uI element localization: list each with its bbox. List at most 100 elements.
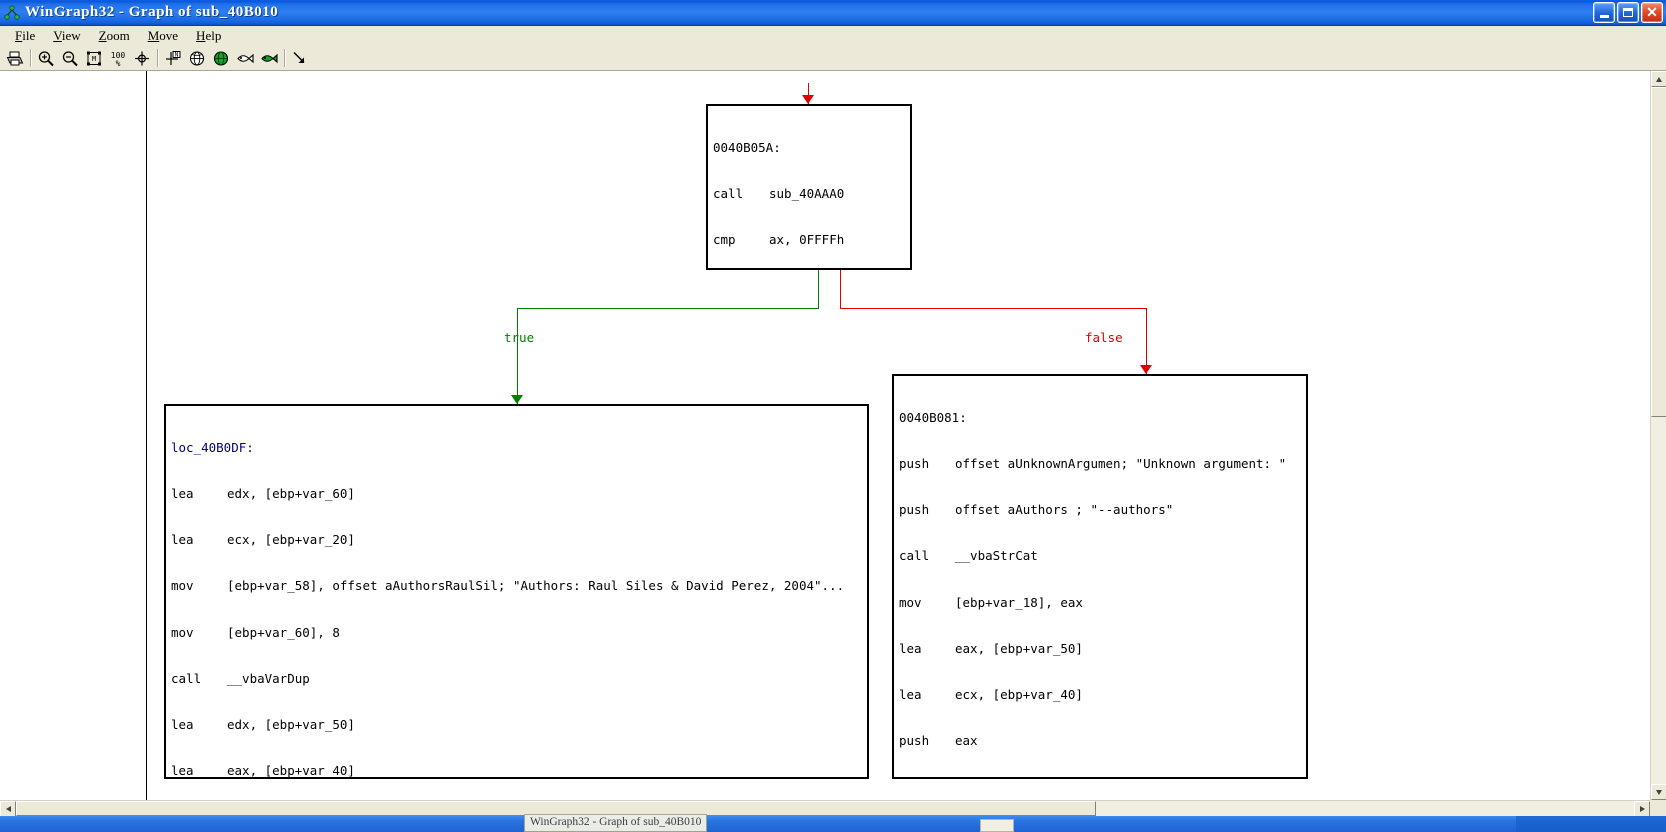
chevron-left-icon [5, 806, 11, 812]
wingraph32-window: WinGraph32 - Graph of sub_40B010 ✕ File … [0, 0, 1666, 832]
graph-left-boundary [146, 71, 147, 816]
toolbar-separator-1 [27, 47, 34, 69]
scroll-right-button[interactable] [1634, 801, 1650, 817]
fish-green-icon [260, 53, 278, 63]
fish-outline-icon [236, 53, 254, 63]
scroll-down-button[interactable] [1651, 784, 1666, 800]
code-line: lea ecx, [ebp+var_40] [899, 687, 1083, 703]
graph-node-0040B081[interactable]: 0040B081: push offset aUnknownArgumen; "U… [892, 374, 1308, 779]
menu-file[interactable]: File [6, 27, 44, 45]
code-line: call __vbaVarDup [171, 670, 310, 686]
fisheye-off-button[interactable] [233, 47, 256, 69]
fit-graph-button[interactable] [209, 47, 232, 69]
chevron-right-icon [1639, 806, 1645, 812]
node-label: 0040B05A: [713, 139, 781, 155]
taskbar-notification-area[interactable] [1516, 816, 1666, 832]
fit-to-window-button[interactable]: M [82, 47, 105, 69]
globe-green-icon [213, 50, 228, 66]
code-line: mov [ebp+var_18], eax [899, 594, 1083, 610]
graph-node-0040B05A[interactable]: 0040B05A: callsub_40AAA0 cmpax, 0FFFFh m… [706, 104, 912, 270]
edge-true-arrowhead [511, 395, 523, 404]
close-button[interactable]: ✕ [1641, 2, 1663, 23]
code-line: lea eax, [ebp+var_50] [899, 640, 1083, 656]
center-icon [134, 51, 149, 65]
taskbar[interactable] [0, 816, 1666, 832]
zoom-100-button[interactable]: 100 % [106, 47, 129, 69]
move-to-node-icon: N [165, 50, 180, 65]
edge-true-seg-h [517, 308, 819, 309]
scroll-left-button[interactable] [0, 801, 16, 817]
menu-file-label: ile [22, 28, 36, 43]
code-line: lea ecx, [ebp+var_20] [171, 532, 355, 548]
svg-text:%: % [115, 59, 120, 67]
vertical-scrollbar[interactable] [1650, 71, 1666, 816]
zoom-in-button[interactable] [34, 47, 57, 69]
toolbar: M 100 % N [0, 46, 1666, 71]
edge-false-arrowhead [1140, 365, 1152, 374]
overview-button[interactable] [185, 47, 208, 69]
graph-client-area[interactable]: 0040B05A: callsub_40AAA0 cmpax, 0FFFFh m… [0, 71, 1666, 832]
code-line: lea edx, [ebp+var_50] [171, 717, 355, 733]
svg-text:M: M [91, 55, 95, 63]
menu-help[interactable]: Help [187, 27, 230, 45]
code-line: mov [ebp+var_60], 8 [171, 624, 340, 640]
node-label: 0040B081: [899, 409, 967, 425]
menu-help-label: elp [205, 28, 222, 43]
center-button[interactable] [130, 47, 153, 69]
edge-false-seg-v1 [840, 270, 841, 308]
taskbar-window-button[interactable]: WinGraph32 - Graph of sub_40B010 [524, 814, 708, 832]
zoom-out-icon [62, 50, 78, 66]
node-label: loc_40B0DF: [171, 439, 254, 455]
move-to-node-button[interactable]: N [161, 47, 184, 69]
menu-view[interactable]: View [44, 27, 89, 45]
chevron-down-icon [1656, 789, 1662, 795]
minimize-button[interactable] [1593, 2, 1615, 23]
code-line: cmp ax, 0FFFFh [713, 232, 845, 248]
menu-zoom[interactable]: Zoom [90, 27, 139, 45]
menu-move-label: ove [159, 28, 179, 43]
chevron-up-icon [1656, 76, 1662, 82]
code-line: push eax [899, 733, 978, 749]
close-icon: ✕ [1646, 4, 1658, 20]
zoom-100-icon: 100 % [110, 51, 125, 67]
zoom-in-icon [38, 50, 54, 66]
menu-bar: File View Zoom Move Help [0, 26, 1666, 46]
print-button[interactable] [3, 47, 26, 69]
graph-canvas[interactable]: 0040B05A: callsub_40AAA0 cmpax, 0FFFFh m… [0, 71, 1650, 816]
taskbar-tray-item[interactable] [980, 819, 1014, 832]
select-button[interactable] [288, 47, 311, 69]
minimize-icon [1599, 14, 1609, 18]
window-title: WinGraph32 - Graph of sub_40B010 [25, 4, 279, 20]
edge-entry-arrowhead [802, 95, 814, 104]
menu-move[interactable]: Move [139, 27, 187, 45]
print-icon [6, 51, 23, 65]
menu-zoom-label: oom [106, 28, 130, 43]
edge-label-false: false [1085, 330, 1123, 345]
fit-to-window-icon: M [86, 51, 101, 65]
code-line: lea eax, [ebp+var_40] [171, 763, 355, 779]
toolbar-separator-2 [154, 47, 161, 69]
globe-icon [189, 50, 204, 66]
fisheye-on-button[interactable] [257, 47, 280, 69]
code-line: lea edx, [ebp+var_60] [171, 486, 355, 502]
title-bar[interactable]: WinGraph32 - Graph of sub_40B010 ✕ [0, 0, 1666, 26]
menu-view-label: iew [61, 28, 81, 43]
edge-true-seg-v1 [818, 270, 819, 308]
edge-label-true: true [504, 330, 535, 345]
maximize-button[interactable] [1617, 2, 1639, 23]
graph-node-loc_40B0DF[interactable]: loc_40B0DF: lea edx, [ebp+var_60] lea ecx,… [164, 404, 869, 779]
code-line: mov [ebp+var_58], offset aAuthorsRaulSil;… [171, 578, 845, 594]
window-controls: ✕ [1593, 2, 1663, 23]
arrow-pointer-icon [293, 51, 304, 63]
code-line: call __vbaStrCat [899, 548, 1038, 564]
horizontal-scrollbar[interactable] [0, 800, 1650, 817]
graph-app-icon [4, 4, 20, 21]
edge-true-seg-v2 [517, 308, 518, 404]
zoom-out-button[interactable] [58, 47, 81, 69]
vertical-scroll-thumb[interactable] [1651, 87, 1666, 417]
code-line: call sub_40AAA0 [713, 186, 845, 202]
svg-text:N: N [174, 51, 178, 58]
scroll-up-button[interactable] [1651, 71, 1666, 87]
scrollbar-corner [1650, 800, 1666, 816]
code-line: push offset aAuthors ; "--authors" [899, 502, 1174, 518]
